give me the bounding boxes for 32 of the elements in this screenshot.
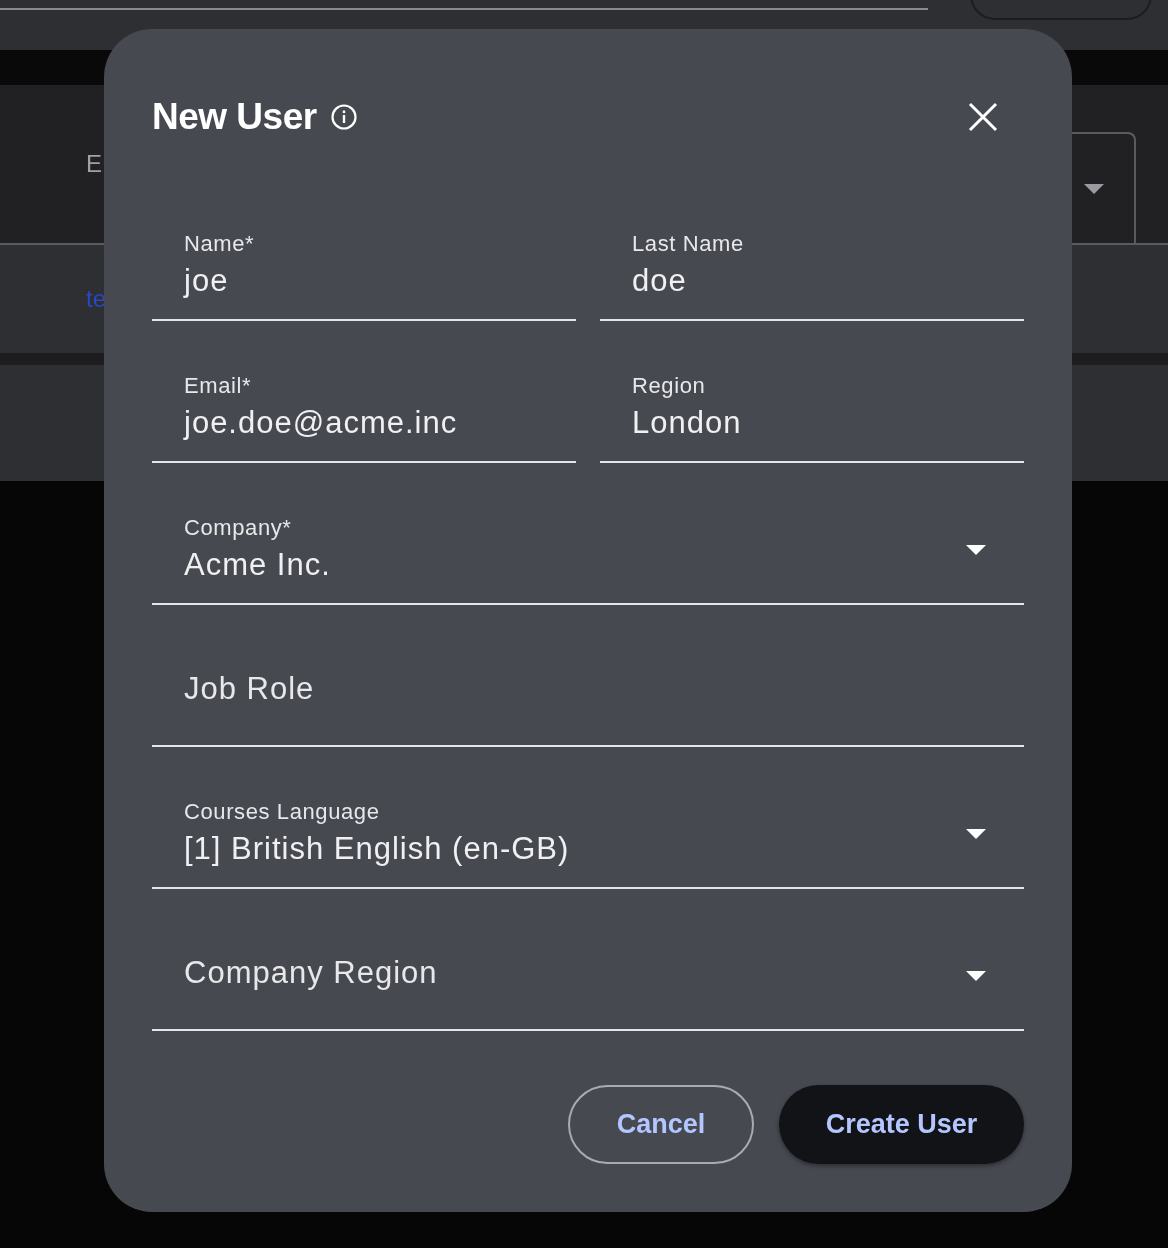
field-label: Last Name	[632, 231, 744, 257]
field-label: Job Role	[184, 671, 315, 707]
field-label: Region	[632, 373, 706, 399]
cancel-button[interactable]: Cancel	[568, 1085, 754, 1164]
field-value: joe.doe@acme.inc	[184, 405, 458, 441]
field-value: London	[632, 405, 742, 441]
input-field[interactable]: Email* joe.doe@acme.inc	[152, 321, 576, 463]
input-field[interactable]: Name* joe	[152, 179, 576, 321]
select-field[interactable]: Company* Acme Inc.	[152, 463, 1024, 605]
field-label: Courses Language	[184, 799, 380, 825]
dialog-title: New User	[152, 96, 317, 138]
field-value: joe	[184, 263, 229, 299]
field-label: Company*	[184, 515, 292, 541]
info-icon[interactable]	[330, 104, 357, 130]
caret-icon	[1084, 184, 1104, 194]
field-value: doe	[632, 263, 687, 299]
select-field[interactable]: Company Region	[152, 889, 1024, 1031]
input-field[interactable]: Region London	[600, 321, 1024, 463]
input-field[interactable]: Last Name doe	[600, 179, 1024, 321]
field-label: Email*	[184, 373, 252, 399]
field-value: [1] British English (en-GB)	[184, 831, 570, 867]
caret-icon	[966, 545, 986, 555]
input-field[interactable]: Job Role	[152, 605, 1024, 747]
select-field[interactable]: Courses Language [1] British English (en-GB)	[152, 747, 1024, 889]
create-button[interactable]: Create User	[779, 1085, 1024, 1164]
field-value: Acme Inc.	[184, 547, 331, 583]
caret-icon	[966, 829, 986, 839]
field-label: Name*	[184, 231, 255, 257]
caret-icon	[966, 971, 986, 981]
close-icon[interactable]	[968, 102, 998, 132]
field-label: Company Region	[184, 955, 438, 991]
filter-label: E	[86, 150, 102, 178]
